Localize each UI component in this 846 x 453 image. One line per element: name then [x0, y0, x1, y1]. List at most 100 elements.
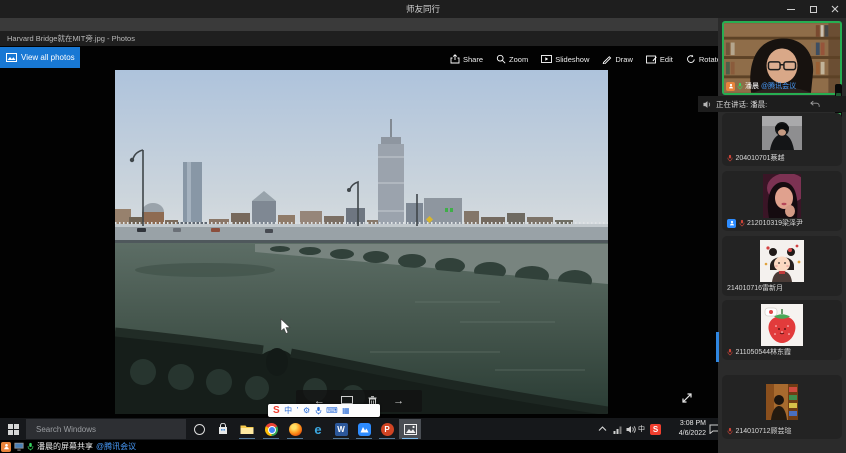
participant-label: 211050544林东霞 — [727, 347, 791, 357]
tray-input-mode-indicator[interactable]: 中 — [638, 418, 645, 440]
maximize-button[interactable] — [802, 0, 824, 18]
share-label: Share — [463, 55, 483, 64]
sogou-tray-icon: S — [650, 424, 661, 435]
shared-monitor-icon — [14, 442, 24, 451]
share-button[interactable]: Share — [450, 54, 483, 64]
photos-filename: Harvard Bridge就在MIT旁.jpg - Photos — [7, 33, 135, 44]
participant-tile[interactable]: 212010319梁泽尹 — [722, 171, 842, 231]
firefox-icon — [289, 423, 302, 436]
running-indicator — [287, 438, 303, 440]
file-explorer-icon — [240, 424, 254, 435]
maximize-icon — [810, 6, 817, 13]
taskbar-edge-button[interactable]: e — [307, 419, 329, 439]
taskbar-meeting-button[interactable] — [353, 419, 375, 439]
taskbar-search-input[interactable] — [26, 419, 186, 439]
speaking-indicator-row: 正在讲话: 潘晨: — [698, 96, 846, 112]
share-banner-text: 潘晨的屏幕共享 — [37, 441, 93, 452]
word-icon: W — [335, 423, 348, 436]
microsoft-store-icon — [217, 423, 229, 435]
ime-settings-icon[interactable]: ⚙ — [303, 407, 310, 415]
photos-app-titlebar: Harvard Bridge就在MIT旁.jpg - Photos — [0, 31, 718, 46]
view-all-photos-label: View all photos — [21, 53, 75, 62]
running-indicator — [356, 438, 372, 440]
taskbar-photos-button-active[interactable] — [399, 419, 421, 439]
minimize-button[interactable] — [780, 0, 802, 18]
taskbar-powerpoint-button[interactable]: P — [376, 419, 398, 439]
ime-keyboard-icon[interactable]: ⌨ — [326, 407, 338, 415]
running-indicator — [333, 438, 349, 440]
ime-toolbox-icon[interactable]: ▦ — [342, 407, 350, 415]
taskbar-firefox-button[interactable] — [284, 419, 306, 439]
edit-image-icon — [646, 54, 657, 64]
photos-app-icon — [404, 424, 417, 435]
view-all-photos-button[interactable]: View all photos — [0, 47, 80, 68]
participant-tile[interactable]: 214010712顾芸瑄 — [722, 375, 842, 439]
expand-fullscreen-button[interactable] — [680, 391, 694, 405]
participant-avatar — [762, 116, 802, 150]
tray-volume-button[interactable] — [626, 418, 636, 440]
taskbar-word-button[interactable]: W — [330, 419, 352, 439]
sharing-badge-icon — [726, 82, 735, 91]
participant-name: 214010712顾芸瑄 — [736, 426, 792, 436]
muted-mic-icon — [727, 427, 733, 435]
draw-label: Draw — [615, 55, 633, 64]
taskbar-cortana-button[interactable] — [188, 419, 210, 439]
photo-image — [115, 70, 608, 414]
slideshow-icon — [541, 54, 552, 64]
network-icon — [613, 425, 623, 434]
participant-avatar — [766, 384, 798, 420]
meeting-title: 师友同行 — [406, 3, 440, 15]
chevron-up-icon — [598, 426, 607, 432]
taskbar-chrome-button[interactable] — [260, 419, 282, 439]
share-banner-brand[interactable]: @腾讯会议 — [96, 441, 136, 452]
taskbar-file-explorer-button[interactable] — [236, 419, 258, 439]
rotate-icon — [686, 54, 696, 64]
ime-chinese-mode-icon[interactable]: 中 — [284, 407, 292, 415]
running-indicator — [379, 438, 395, 440]
participant-label: 214010716雷新月 — [727, 283, 783, 293]
draw-button[interactable]: Draw — [602, 54, 633, 64]
share-icon — [450, 54, 460, 64]
chrome-icon — [265, 423, 278, 436]
speaking-speaker-icon — [703, 100, 712, 109]
start-button[interactable] — [2, 419, 24, 439]
sogou-ime-toolbar[interactable]: S 中 ’ ⚙ ⌨ ▦ — [268, 404, 380, 417]
tray-chevron-button[interactable] — [598, 418, 607, 440]
minimize-icon — [787, 9, 795, 10]
close-button[interactable] — [824, 0, 846, 18]
edge-icon: e — [314, 423, 321, 436]
magnifier-icon — [496, 54, 506, 64]
reply-arrow-button[interactable] — [810, 100, 820, 108]
participant-label: 204010701蔡越 — [727, 153, 785, 163]
self-brand-suffix: @腾讯会议 — [761, 81, 796, 91]
rotate-button[interactable]: Rotate — [686, 54, 721, 64]
next-photo-button[interactable]: → — [393, 396, 404, 407]
ime-voice-icon[interactable] — [315, 406, 322, 415]
presenter-badge-icon — [1, 442, 11, 452]
photo-harvard-bridge — [115, 70, 608, 414]
participant-tile[interactable]: 204010701蔡越 — [722, 113, 842, 166]
participant-name: 204010701蔡越 — [736, 153, 785, 163]
slideshow-button[interactable]: Slideshow — [541, 54, 589, 64]
participant-avatar — [760, 240, 804, 282]
tray-sogou-button[interactable]: S — [650, 418, 661, 440]
windows-logo-icon — [8, 424, 19, 435]
speaking-label: 正在讲话: 潘晨: — [716, 99, 767, 110]
self-video-tile[interactable]: 潘晨 @腾讯会议 — [722, 21, 842, 95]
zoom-button[interactable]: Zoom — [496, 54, 528, 64]
slideshow-label: Slideshow — [555, 55, 589, 64]
meeting-titlebar: 师友同行 — [0, 0, 846, 18]
participant-label: 212010319梁泽尹 — [727, 218, 803, 228]
participant-tile[interactable]: 214010716雷新月 — [722, 236, 842, 296]
sidebar-scrollbar[interactable] — [716, 332, 719, 362]
tray-network-button[interactable] — [613, 418, 623, 440]
ime-punctuation-icon[interactable]: ’ — [297, 407, 299, 415]
active-indicator — [402, 438, 418, 440]
edit-button[interactable]: Edit — [646, 54, 673, 64]
tray-clock[interactable]: 3:08 PM 4/6/2022 — [666, 418, 706, 440]
participant-tile[interactable]: 211050544林东霞 — [722, 300, 842, 360]
screen-share-banner[interactable]: 潘晨的屏幕共享 @腾讯会议 — [1, 440, 136, 453]
photos-gallery-icon — [6, 53, 17, 62]
cortana-icon — [194, 424, 205, 435]
taskbar-store-button[interactable] — [212, 419, 234, 439]
